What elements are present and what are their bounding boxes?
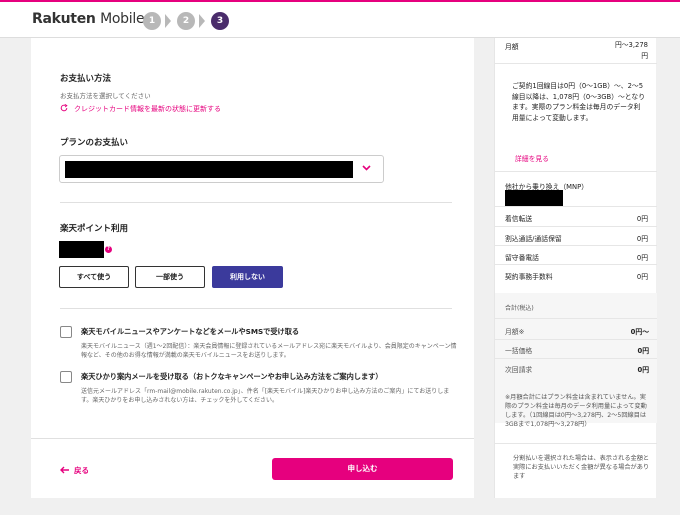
refresh-card-label: クレジットカード情報を最新の状態に更新する xyxy=(74,105,221,113)
no-points-button[interactable]: 利用しない xyxy=(212,266,283,288)
plan-payment-select[interactable] xyxy=(59,155,384,183)
total-title: 合計(税込) xyxy=(505,305,534,312)
fee-value: 0円 xyxy=(636,235,648,243)
refresh-icon xyxy=(60,104,68,112)
summary-divider xyxy=(495,226,657,227)
summary-divider xyxy=(495,264,657,265)
monthly-footnote: ※月額合計にはプラン料金は含まれていません。実際のプラン料金は毎月のデータ利用量… xyxy=(505,394,647,428)
logo-brand: Rakuten xyxy=(32,11,96,27)
back-label: 戻る xyxy=(74,466,89,475)
hikari-consent-description: 送信元メールアドレス「rm-mail@mobile.rakuten.co.jp」… xyxy=(81,388,450,404)
arrow-left-icon xyxy=(60,466,69,474)
news-consent-label: 楽天モバイルニュースやアンケートなどをメールやSMSで受け取る xyxy=(81,327,300,336)
fee-label: 割込通話/通話保留 xyxy=(505,235,562,243)
summary-divider xyxy=(495,339,657,340)
summary-divider xyxy=(495,245,657,246)
redacted-phone-number xyxy=(505,190,563,207)
monthly-value: 円〜3,278 xyxy=(614,41,648,49)
total-value: 0円 xyxy=(637,347,649,355)
fee-label: 契約事務手数料 xyxy=(505,273,553,281)
chevron-down-icon xyxy=(362,165,371,171)
step-3-indicator: 3 xyxy=(211,12,229,30)
payment-method-title: お支払い方法 xyxy=(60,74,112,84)
fee-value: 0円 xyxy=(636,215,648,223)
refresh-card-link[interactable]: クレジットカード情報を最新の状態に更新する xyxy=(60,104,221,114)
total-value: 0円〜 xyxy=(630,328,649,336)
summary-divider xyxy=(495,171,657,172)
monthly-value-unit: 円 xyxy=(641,52,648,60)
summary-divider xyxy=(495,63,657,64)
section-divider xyxy=(60,308,452,309)
news-consent-description: 楽天モバイルニュース（週1〜2回配信）：楽天会員情報に登録されているメールアドレ… xyxy=(81,343,457,359)
hikari-consent-checkbox[interactable] xyxy=(60,371,72,383)
plan-price-note: ご契約1回線目は0円（0〜1GB）〜、2〜5線目以降は、1,078円（0〜3GB… xyxy=(512,82,645,122)
rakuten-points-title: 楽天ポイント利用 xyxy=(60,224,129,234)
order-summary-panel: 月額 円〜3,278 円 ご契約1回線目は0円（0〜1GB）〜、2〜5線目以降は… xyxy=(494,38,657,498)
fee-label: 着信転送 xyxy=(505,215,533,223)
total-label: 一括価格 xyxy=(505,347,533,355)
monthly-label: 月額 xyxy=(505,43,519,51)
plan-payment-label: プランのお支払い xyxy=(60,138,129,148)
total-label: 月額※ xyxy=(505,328,525,336)
fee-value: 0円 xyxy=(636,254,648,262)
redacted-card-info xyxy=(65,161,353,178)
submit-application-button[interactable]: 申し込む xyxy=(272,458,453,480)
step-2-indicator: 2 xyxy=(177,12,195,30)
fee-label: 留守番電話 xyxy=(505,254,539,262)
plan-detail-link[interactable]: 詳細を見る xyxy=(515,153,549,163)
payment-method-subtitle: お支払方法を選択してください xyxy=(60,92,151,100)
rakuten-mobile-logo[interactable]: Rakuten Mobile xyxy=(32,11,145,27)
use-all-points-button[interactable]: すべて使う xyxy=(59,266,129,288)
news-consent-checkbox[interactable] xyxy=(60,326,72,338)
step-arrow-icon xyxy=(165,14,171,28)
step-1-indicator: 1 xyxy=(143,12,161,30)
fee-value: 0円 xyxy=(636,273,648,281)
step-arrow-icon xyxy=(199,14,205,28)
hikari-consent-label: 楽天ひかり案内メールを受け取る（おトクなキャンペーンやお申し込み方法をご案内しま… xyxy=(81,372,383,381)
help-icon[interactable]: ? xyxy=(105,246,112,253)
redacted-points-balance xyxy=(59,241,104,258)
section-divider xyxy=(60,202,452,203)
back-link[interactable]: 戻る xyxy=(60,465,89,476)
order-form-card: お支払い方法 お支払方法を選択してください クレジットカード情報を最新の状態に更… xyxy=(31,38,474,498)
total-label: 次回請求 xyxy=(505,366,533,374)
top-bar: Rakuten Mobile 1 2 3 xyxy=(0,0,680,38)
summary-divider xyxy=(495,318,657,319)
total-value: 0円 xyxy=(637,366,649,374)
use-partial-points-button[interactable]: 一部使う xyxy=(135,266,205,288)
summary-divider xyxy=(495,206,657,207)
installment-note: 分割払いを選択された場合は、表示される金額と実際にお支払いいただく金額が異なる場… xyxy=(513,455,650,480)
footer-divider xyxy=(31,438,474,439)
summary-divider xyxy=(495,443,657,444)
summary-divider xyxy=(495,358,657,359)
logo-product: Mobile xyxy=(100,11,145,27)
